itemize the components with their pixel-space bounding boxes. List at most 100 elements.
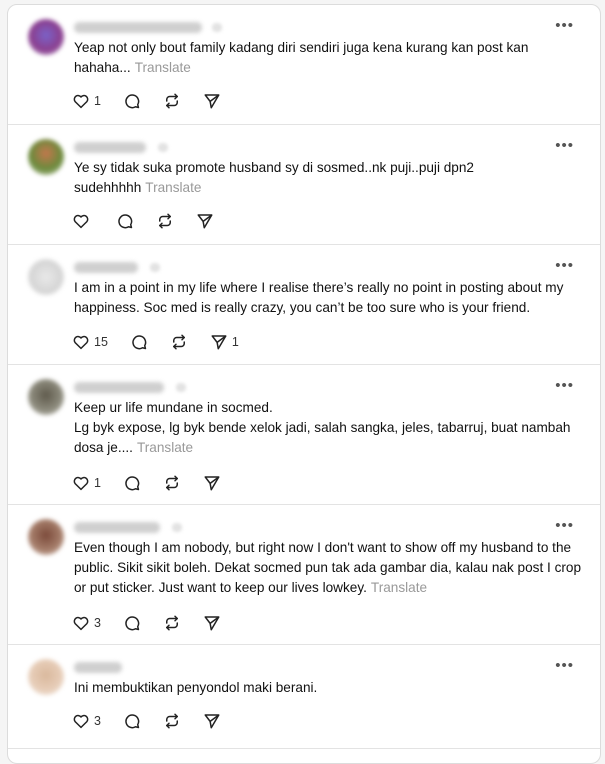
more-options-icon[interactable]: ••• (555, 138, 574, 153)
reply-button[interactable] (130, 331, 148, 353)
action-bar: 15 1 (72, 331, 261, 353)
share-button[interactable]: 1 (210, 331, 239, 353)
reply-post: ••• Yeap not only bout family kadang dir… (8, 5, 600, 125)
avatar[interactable] (28, 259, 64, 295)
reply-body: Even though I am nobody, but right now I… (74, 540, 585, 595)
like-count: 15 (94, 335, 108, 349)
reply-post: ••• Keep ur life mundane in socmed. Lg b… (8, 365, 600, 505)
reply-button[interactable] (123, 472, 141, 494)
repost-icon (165, 93, 178, 109)
comment-icon (125, 714, 140, 729)
reply-text: Even though I am nobody, but right now I… (74, 538, 584, 598)
reply-post: ••• Even though I am nobody, but right n… (8, 505, 600, 645)
repost-button[interactable] (163, 710, 181, 732)
timestamp-blurred (212, 23, 222, 32)
repost-button[interactable] (163, 472, 181, 494)
more-options-icon[interactable]: ••• (555, 378, 574, 393)
like-button[interactable]: 3 (72, 612, 101, 634)
reply-post: ••• Ini membuktikan penyondol maki beran… (8, 645, 600, 749)
username-blurred[interactable] (74, 382, 164, 393)
heart-icon (73, 476, 89, 491)
like-button[interactable]: 1 (72, 90, 101, 112)
username-blurred[interactable] (74, 522, 160, 533)
send-icon (211, 335, 227, 350)
heart-icon (73, 714, 89, 729)
repost-button[interactable] (163, 90, 181, 112)
avatar[interactable] (28, 139, 64, 175)
comment-icon (118, 214, 133, 229)
like-button[interactable]: 1 (72, 472, 101, 494)
repost-icon (165, 713, 178, 729)
action-bar (72, 210, 240, 232)
reply-button[interactable] (123, 710, 141, 732)
repost-icon (165, 615, 178, 631)
like-count: 1 (94, 476, 101, 490)
send-icon (204, 616, 220, 631)
reply-text: Ye sy tidak suka promote husband sy di s… (74, 158, 584, 198)
like-count: 1 (94, 94, 101, 108)
comment-icon (125, 616, 140, 631)
translate-link[interactable]: Translate (145, 180, 201, 195)
share-button[interactable] (203, 612, 225, 634)
username-blurred[interactable] (74, 22, 202, 33)
reply-post: ••• Ye sy tidak suka promote husband sy … (8, 125, 600, 245)
reply-button[interactable] (116, 210, 134, 232)
repost-button[interactable] (156, 210, 174, 232)
timestamp-blurred (158, 143, 168, 152)
more-options-icon[interactable]: ••• (555, 18, 574, 33)
share-button[interactable] (203, 90, 225, 112)
share-count: 1 (231, 335, 239, 349)
avatar[interactable] (28, 519, 64, 555)
more-options-icon[interactable]: ••• (555, 518, 574, 533)
repost-icon (165, 475, 178, 491)
heart-icon (73, 616, 89, 631)
repost-button[interactable] (170, 331, 188, 353)
repost-button[interactable] (163, 612, 181, 634)
send-icon (204, 714, 220, 729)
like-count: 3 (94, 616, 101, 630)
like-button[interactable]: 15 (72, 331, 108, 353)
timestamp-blurred (176, 383, 186, 392)
timestamp-blurred (172, 523, 182, 532)
like-button[interactable] (72, 210, 94, 232)
reply-text: I am in a point in my life where I reali… (74, 278, 584, 318)
reply-text: Ini membuktikan penyondol maki berani. (74, 678, 584, 698)
reply-text: Yeap not only bout family kadang diri se… (74, 38, 584, 78)
avatar[interactable] (28, 379, 64, 415)
username-blurred[interactable] (74, 262, 138, 273)
more-options-icon[interactable]: ••• (555, 658, 574, 673)
comment-icon (125, 476, 140, 491)
reply-text: Keep ur life mundane in socmed. Lg byk e… (74, 398, 584, 458)
share-button[interactable] (203, 472, 225, 494)
reply-body: Ini membuktikan penyondol maki berani. (74, 680, 318, 695)
comment-icon (125, 94, 140, 109)
send-icon (197, 214, 213, 229)
reply-body: I am in a point in my life where I reali… (74, 280, 568, 315)
avatar[interactable] (28, 659, 64, 695)
username-blurred[interactable] (74, 142, 146, 153)
action-bar: 3 (72, 710, 247, 732)
translate-link[interactable]: Translate (137, 440, 193, 455)
replies-feed: ••• Yeap not only bout family kadang dir… (7, 4, 601, 764)
reply-body: Ye sy tidak suka promote husband sy di s… (74, 160, 478, 195)
heart-icon (73, 94, 89, 109)
heart-icon (73, 214, 89, 229)
reply-button[interactable] (123, 90, 141, 112)
repost-icon (159, 213, 171, 229)
translate-link[interactable]: Translate (135, 60, 191, 75)
action-bar: 3 (72, 612, 247, 634)
repost-icon (172, 334, 185, 350)
username-blurred[interactable] (74, 662, 122, 673)
reply-post: ••• I am in a point in my life where I r… (8, 245, 600, 365)
action-bar: 1 (72, 90, 247, 112)
send-icon (204, 476, 220, 491)
timestamp-blurred (150, 263, 160, 272)
like-button[interactable]: 3 (72, 710, 101, 732)
action-bar: 1 (72, 472, 247, 494)
avatar[interactable] (28, 19, 64, 55)
share-button[interactable] (203, 710, 225, 732)
share-button[interactable] (196, 210, 218, 232)
reply-button[interactable] (123, 612, 141, 634)
more-options-icon[interactable]: ••• (555, 258, 574, 273)
translate-link[interactable]: Translate (371, 580, 427, 595)
